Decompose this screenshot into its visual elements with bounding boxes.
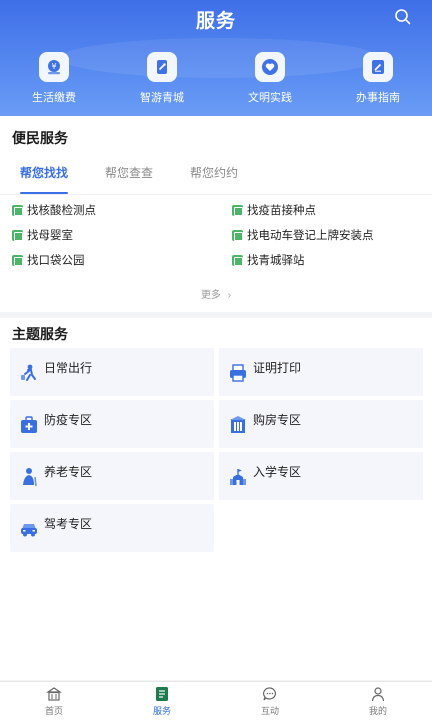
card-driving-test[interactable]: 驾考专区 [10, 504, 214, 552]
header: 服务 ¥ 生活缴费 智游青城 文明实践 办事指南 [0, 0, 432, 116]
card-elderly-care[interactable]: 养老专区 [10, 452, 214, 500]
link-station[interactable]: 找青城驿站 [232, 252, 305, 268]
link-nursing-room[interactable]: 找母婴室 [12, 227, 73, 243]
elderly-icon [18, 466, 40, 488]
medical-kit-icon [18, 414, 40, 436]
travel-person-icon [18, 362, 40, 384]
link-label: 找电动车登记上牌安装点 [247, 230, 374, 242]
heart-icon [255, 52, 285, 82]
nav-label: 服务 [152, 706, 171, 716]
divider [0, 194, 432, 195]
car-icon [18, 518, 40, 540]
nav-label: 我的 [368, 706, 387, 716]
printer-icon [227, 362, 249, 384]
tab-appointment[interactable]: 帮您约约 [190, 166, 238, 194]
convenience-section: 便民服务 帮您找找 帮您查查 帮您约约 找核酸检测点 找疫苗接种点 找母婴室 找… [0, 116, 432, 312]
home-icon [46, 686, 62, 702]
quick-link-label: 办事指南 [356, 92, 400, 104]
card-label: 日常出行 [44, 361, 93, 375]
quick-link-payment[interactable]: ¥ 生活缴费 [0, 52, 108, 105]
card-label: 养老专区 [44, 465, 93, 479]
quick-link-civilization[interactable]: 文明实践 [216, 52, 324, 105]
search-icon[interactable] [392, 6, 414, 28]
more-button[interactable]: 更多 › [0, 286, 432, 301]
link-label: 找疫苗接种点 [247, 205, 316, 217]
location-icon [232, 204, 243, 216]
payment-icon: ¥ [39, 52, 69, 82]
quick-link-guide[interactable]: 办事指南 [324, 52, 432, 105]
tab-check[interactable]: 帮您查查 [105, 166, 153, 194]
location-icon [12, 254, 23, 266]
travel-icon [147, 52, 177, 82]
nav-label: 互动 [260, 706, 279, 716]
nav-interact[interactable]: 互动 [216, 682, 324, 720]
location-icon [232, 229, 243, 241]
card-certificate-print[interactable]: 证明打印 [219, 348, 423, 396]
link-label: 找青城驿站 [247, 255, 305, 267]
card-housing[interactable]: 购房专区 [219, 400, 423, 448]
more-label: 更多 [200, 290, 221, 301]
tab-find[interactable]: 帮您找找 [20, 166, 69, 194]
card-epidemic[interactable]: 防疫专区 [10, 400, 214, 448]
quick-link-label: 智游青城 [140, 92, 184, 104]
quick-link-label: 文明实践 [248, 92, 292, 104]
nav-label: 首页 [44, 706, 63, 716]
link-nucleic-test[interactable]: 找核酸检测点 [12, 202, 96, 218]
location-icon [232, 254, 243, 266]
chevron-right-icon: › [227, 290, 232, 301]
service-icon [154, 686, 170, 702]
quick-link-label: 生活缴费 [32, 92, 76, 104]
link-label: 找母婴室 [27, 230, 73, 242]
building-icon [227, 414, 249, 436]
card-label: 证明打印 [253, 361, 302, 375]
link-vaccine[interactable]: 找疫苗接种点 [232, 202, 316, 218]
svg-text:¥: ¥ [51, 62, 56, 71]
theme-section: 主题服务 日常出行 证明打印 防疫专区 购房专区 养老专区 入学专区 驾考专区 [0, 318, 432, 680]
nav-profile[interactable]: 我的 [324, 682, 432, 720]
card-label: 购房专区 [253, 413, 302, 427]
section-title: 主题服务 [12, 326, 68, 342]
chat-icon [262, 686, 278, 702]
card-label: 入学专区 [253, 465, 302, 479]
card-school[interactable]: 入学专区 [219, 452, 423, 500]
location-icon [12, 204, 23, 216]
link-label: 找口袋公园 [27, 255, 85, 267]
location-icon [12, 229, 23, 241]
quick-links: ¥ 生活缴费 智游青城 文明实践 办事指南 [0, 52, 432, 105]
link-pocket-park[interactable]: 找口袋公园 [12, 252, 85, 268]
section-title: 便民服务 [12, 130, 68, 146]
card-label: 驾考专区 [44, 517, 93, 531]
link-ebike-registration[interactable]: 找电动车登记上牌安装点 [232, 227, 374, 243]
school-icon [227, 466, 249, 488]
bottom-nav: 首页 服务 互动 我的 [0, 681, 432, 720]
profile-icon [370, 686, 386, 702]
link-label: 找核酸检测点 [27, 205, 96, 217]
card-daily-travel[interactable]: 日常出行 [10, 348, 214, 396]
convenience-tabs: 帮您找找 帮您查查 帮您约约 [0, 166, 432, 194]
guide-icon [363, 52, 393, 82]
nav-home[interactable]: 首页 [0, 682, 108, 720]
nav-service[interactable]: 服务 [108, 682, 216, 720]
quick-link-travel[interactable]: 智游青城 [108, 52, 216, 105]
card-label: 防疫专区 [44, 413, 93, 427]
page-title: 服务 [195, 11, 236, 32]
